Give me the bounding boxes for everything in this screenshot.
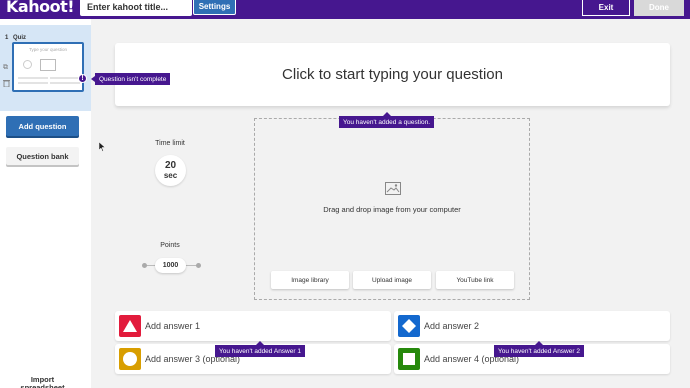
top-bar: Kahoot! Settings Exit Done	[0, 0, 690, 19]
points-value[interactable]: 1000	[155, 258, 186, 273]
add-question-button[interactable]: Add question	[6, 116, 79, 136]
mouse-cursor-icon	[99, 142, 106, 152]
upload-image-button[interactable]: Upload image	[353, 271, 431, 289]
time-limit-value: 20	[164, 160, 177, 171]
thumbnail-answer-line	[18, 82, 48, 84]
image-library-button[interactable]: Image library	[271, 271, 349, 289]
question-tooltip: You haven't added a question.	[339, 112, 435, 128]
answer-2-field[interactable]: Add answer 2	[394, 311, 670, 341]
question-bank-button[interactable]: Question bank	[6, 147, 79, 165]
triangle-icon	[119, 315, 141, 337]
media-dropzone[interactable]: Drag and drop image from your computer I…	[254, 118, 530, 300]
square-icon	[398, 348, 420, 370]
thumbnail-answer-line	[18, 77, 48, 79]
time-limit-unit: sec	[163, 171, 178, 180]
settings-button[interactable]: Settings	[193, 0, 236, 15]
slot-type-label: Quiz	[13, 35, 26, 41]
kahoot-logo: Kahoot!	[6, 0, 75, 16]
youtube-link-button[interactable]: YouTube link	[436, 271, 514, 289]
question-slot[interactable]: 1 Quiz ⧉ Type your question	[0, 25, 91, 111]
incomplete-tooltip: Question isn't complete	[90, 73, 171, 85]
dropzone-text: Drag and drop image from your computer	[323, 205, 461, 214]
thumbnail-image-icon	[40, 59, 56, 71]
trash-icon[interactable]	[3, 79, 10, 88]
question-thumbnail[interactable]: Type your question	[12, 42, 84, 92]
answer-1-tooltip: You haven't added Answer 1	[215, 341, 305, 357]
circle-icon	[119, 348, 141, 370]
duplicate-icon[interactable]: ⧉	[3, 64, 10, 71]
points-slider-max[interactable]	[196, 263, 201, 268]
thumbnail-title: Type your question	[28, 47, 68, 52]
thumbnail-answer-line	[50, 82, 80, 84]
answer-1-label: Add answer 1	[145, 321, 201, 331]
time-limit-label: Time limit	[155, 140, 185, 147]
warning-icon[interactable]: !	[78, 74, 87, 83]
question-input[interactable]: Click to start typing your question	[115, 43, 670, 106]
diamond-icon	[398, 315, 420, 337]
image-icon	[385, 182, 401, 195]
sidebar: 1 Quiz ⧉ Type your question ! Question i…	[0, 19, 171, 388]
answer-2-tooltip: You haven't added Answer 2	[494, 341, 584, 357]
slot-number: 1	[5, 35, 9, 41]
points-slider-min[interactable]	[142, 263, 147, 268]
time-limit-selector[interactable]: 20 sec	[155, 155, 186, 186]
kahoot-title-input[interactable]	[80, 0, 192, 16]
answer-2-label: Add answer 2	[424, 321, 480, 331]
exit-button[interactable]: Exit	[582, 0, 630, 16]
import-spreadsheet-button[interactable]: Import spreadsheet	[6, 373, 79, 388]
thumbnail-answer-line	[50, 77, 80, 79]
thumbnail-timer-icon	[23, 60, 32, 69]
answer-1-field[interactable]: Add answer 1	[115, 311, 391, 341]
done-button[interactable]: Done	[634, 0, 684, 16]
points-label: Points	[160, 242, 180, 249]
import-label-line2: spreadsheet	[20, 383, 65, 388]
